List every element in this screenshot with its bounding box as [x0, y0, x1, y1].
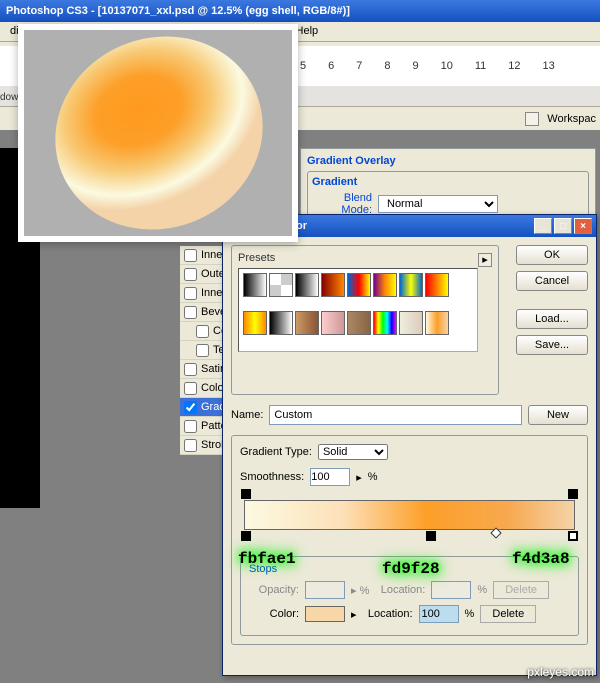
style-check[interactable] [184, 306, 197, 319]
minimize-icon[interactable]: _ [534, 218, 552, 234]
ruler-mark: 7 [356, 60, 362, 72]
egg-shape [26, 30, 292, 236]
app-titlebar: Photoshop CS3 - [10137071_xxl.psd @ 12.5… [0, 0, 600, 22]
go-subtitle: Gradient [312, 176, 584, 188]
preset-swatch[interactable] [399, 311, 423, 335]
close-icon[interactable]: × [574, 218, 592, 234]
gradient-type-select[interactable]: Solid [318, 444, 388, 460]
style-check[interactable] [184, 382, 197, 395]
style-check[interactable] [184, 420, 197, 433]
workspace-icon[interactable] [525, 112, 539, 126]
color-stop-1[interactable] [241, 531, 251, 541]
delete-color-stop-button[interactable]: Delete [480, 605, 536, 623]
stop-location2-input[interactable] [419, 605, 459, 623]
ruler-mark: 8 [384, 60, 390, 72]
stop-opacity-input [305, 581, 345, 599]
presets-label: Presets [238, 252, 275, 264]
preset-swatch[interactable] [295, 273, 319, 297]
name-label: Name: [231, 409, 263, 421]
style-check[interactable] [184, 363, 197, 376]
preset-swatch[interactable] [347, 311, 371, 335]
stop-location1-label: Location: [375, 584, 425, 596]
style-check[interactable] [196, 344, 209, 357]
stop-color-swatch[interactable] [305, 606, 345, 622]
midpoint-icon[interactable] [490, 527, 501, 538]
preset-swatch[interactable] [373, 311, 397, 335]
annotation-color-3: f4d3a8 [512, 550, 570, 568]
preset-swatch[interactable] [243, 273, 267, 297]
watermark: pxleyes.com [527, 665, 594, 679]
gradient-type-label: Gradient Type: [240, 446, 312, 458]
stop-location2-label: Location: [363, 608, 413, 620]
ok-button[interactable]: OK [516, 245, 588, 265]
delete-opacity-stop-button: Delete [493, 581, 549, 599]
preset-swatch[interactable] [269, 311, 293, 335]
gradient-panel: Gradient Type: Solid Smoothness: ▸ % fbf… [231, 435, 588, 645]
ruler-mark: 13 [543, 60, 555, 72]
preset-swatch[interactable] [321, 311, 345, 335]
load-button[interactable]: Load... [516, 309, 588, 329]
preset-swatch-grid [238, 268, 478, 352]
document-preview [18, 24, 298, 242]
color-stop-2[interactable] [426, 531, 436, 541]
style-check[interactable] [184, 249, 197, 262]
opacity-stop-right[interactable] [568, 489, 578, 499]
preset-swatch[interactable] [243, 311, 267, 335]
presets-menu-icon[interactable]: ▸ [478, 253, 492, 267]
new-button[interactable]: New [528, 405, 588, 425]
ruler-mark: 10 [441, 60, 453, 72]
stop-color-label: Color: [249, 608, 299, 620]
gradient-editor-window: Gradient Editor _ □ × OK Cancel Load... … [222, 214, 597, 676]
smoothness-label: Smoothness: [240, 471, 304, 483]
name-input[interactable] [269, 405, 522, 425]
preset-swatch[interactable] [295, 311, 319, 335]
smoothness-input[interactable] [310, 468, 350, 486]
ruler-mark: 9 [413, 60, 419, 72]
preset-swatch[interactable] [373, 273, 397, 297]
gradient-bar[interactable] [244, 500, 575, 530]
ruler-mark: 12 [508, 60, 520, 72]
preset-swatch[interactable] [425, 311, 449, 335]
pct: % [465, 608, 475, 620]
presets-box: Presets ▸ [231, 245, 499, 395]
style-check[interactable] [184, 268, 197, 281]
stop-opacity-label: Opacity: [249, 584, 299, 596]
preset-swatch[interactable] [269, 273, 293, 297]
go-blendmode-label: Blend Mode: [312, 192, 372, 216]
opacity-stop-left[interactable] [241, 489, 251, 499]
smoothness-menu-icon[interactable]: ▸ [356, 471, 362, 484]
maximize-icon[interactable]: □ [554, 218, 572, 234]
preset-swatch[interactable] [347, 273, 371, 297]
save-button[interactable]: Save... [516, 335, 588, 355]
annotation-color-1: fbfae1 [238, 550, 296, 568]
annotation-color-2: fd9f28 [382, 560, 440, 578]
smoothness-unit: % [368, 471, 378, 483]
go-blendmode-select[interactable]: Normal [378, 195, 498, 213]
pct: ▸ % [351, 584, 369, 597]
stop-location1-input [431, 581, 471, 599]
pct: % [477, 584, 487, 596]
style-check[interactable] [184, 439, 197, 452]
ruler-mark: 6 [328, 60, 334, 72]
style-check[interactable] [184, 401, 197, 414]
cancel-button[interactable]: Cancel [516, 271, 588, 291]
preset-swatch[interactable] [321, 273, 345, 297]
color-stop-3[interactable] [568, 531, 578, 541]
style-check[interactable] [196, 325, 209, 338]
workspace-label[interactable]: Workspac [547, 113, 596, 125]
preset-swatch[interactable] [425, 273, 449, 297]
preset-swatch[interactable] [399, 273, 423, 297]
shadow-label: dow [0, 92, 18, 103]
style-check[interactable] [184, 287, 197, 300]
go-title: Gradient Overlay [307, 155, 589, 167]
color-menu-icon[interactable]: ▸ [351, 608, 357, 621]
ruler-mark: 5 [300, 60, 306, 72]
ruler-mark: 11 [475, 60, 486, 72]
